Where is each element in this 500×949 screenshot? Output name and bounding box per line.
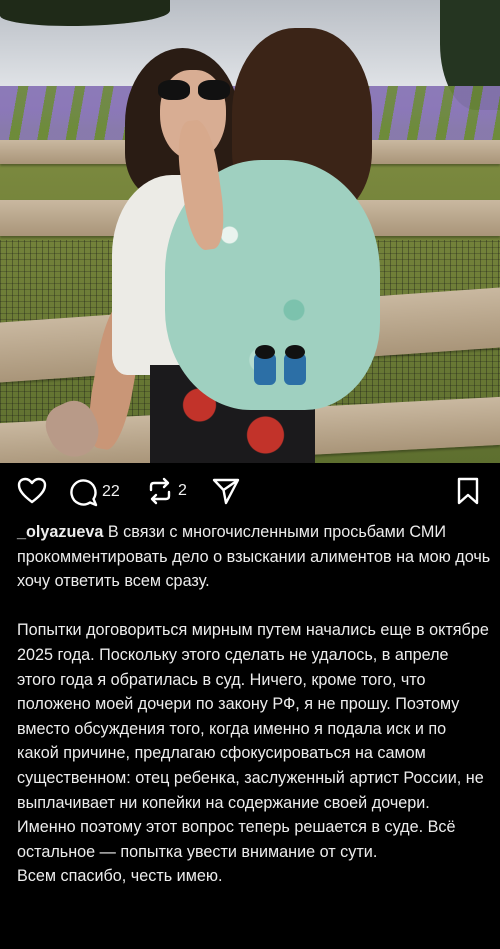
comment-button[interactable]: 22 xyxy=(68,477,120,507)
caption-paragraph: Всем спасибо, честь имею. xyxy=(17,867,223,886)
send-icon xyxy=(212,478,240,505)
comment-bubble-icon xyxy=(70,479,98,507)
caption-username[interactable]: _olyazueva xyxy=(17,523,103,541)
caption-paragraph: _olyazueva В связи с многочисленными про… xyxy=(17,520,491,594)
save-button[interactable] xyxy=(456,477,480,505)
share-button[interactable] xyxy=(212,477,240,505)
bookmark-icon xyxy=(457,477,479,505)
repost-icon xyxy=(149,477,171,505)
post-actions-bar: 22 2 xyxy=(0,463,500,518)
repost-button[interactable]: 2 xyxy=(146,477,187,505)
post-photo[interactable] xyxy=(0,0,500,463)
like-button[interactable] xyxy=(17,477,47,505)
comment-count: 22 xyxy=(102,483,120,500)
caption-paragraph: Попытки договориться мирным путем начали… xyxy=(17,621,489,861)
photo-sunglasses xyxy=(158,80,232,102)
heart-icon xyxy=(17,477,47,504)
post-caption: _olyazueva В связи с многочисленными про… xyxy=(17,520,491,889)
photo-binoculars xyxy=(248,345,312,389)
repost-count: 2 xyxy=(178,482,187,499)
